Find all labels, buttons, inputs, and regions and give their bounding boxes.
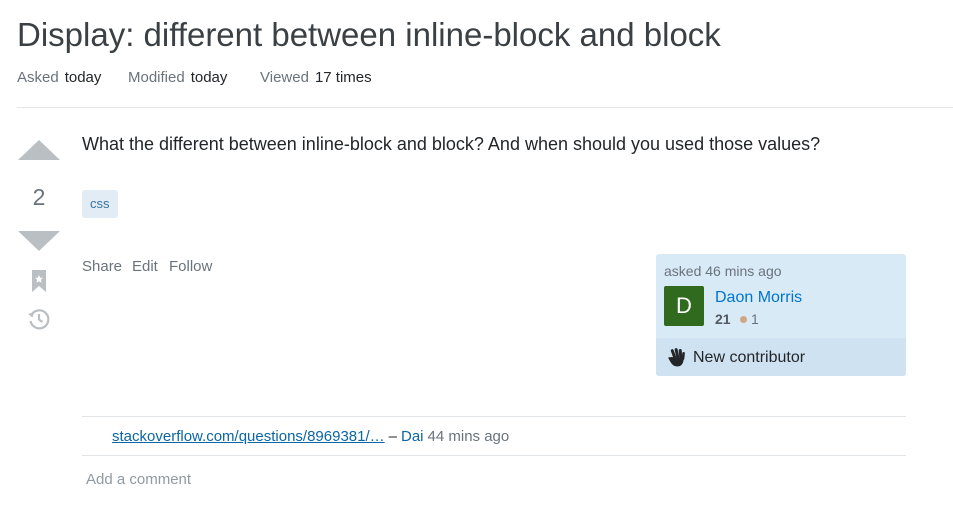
asked-label: Asked <box>17 69 59 86</box>
comments-top-divider <box>82 416 906 417</box>
bronze-badge-icon <box>740 316 747 323</box>
reputation-score: 21 <box>715 311 731 327</box>
add-comment-link[interactable]: Add a comment <box>86 470 191 490</box>
comments-bottom-divider <box>82 455 906 456</box>
avatar[interactable]: D <box>664 286 704 326</box>
bookmark-icon[interactable] <box>30 269 48 293</box>
tag-css[interactable]: css <box>82 190 118 218</box>
follow-link[interactable]: Follow <box>169 257 212 277</box>
comment: stackoverflow.com/questions/8969381/… – Da… <box>112 427 509 447</box>
downvote-arrow-icon[interactable] <box>18 231 60 251</box>
user-name-link[interactable]: Daon Morris <box>715 288 802 308</box>
viewed-value: 17 times <box>314 69 372 86</box>
modified-label: Modified <box>128 69 185 86</box>
asked-time[interactable]: asked 46 mins ago <box>664 262 782 280</box>
viewed-meta: Viewed 17 times <box>260 68 372 88</box>
viewed-label: Viewed <box>260 69 309 86</box>
edit-link[interactable]: Edit <box>132 257 158 277</box>
history-icon[interactable] <box>26 306 52 332</box>
bronze-badge-count: 1 <box>751 311 759 327</box>
user-card: asked 46 mins ago D Daon Morris 21 1 New… <box>656 254 906 376</box>
upvote-arrow-icon[interactable] <box>18 140 60 160</box>
share-link[interactable]: Share <box>82 257 122 277</box>
asked-meta: Asked today <box>17 68 101 88</box>
header-divider <box>17 107 953 108</box>
comment-dash: – <box>388 428 397 445</box>
asked-value: today <box>64 69 102 86</box>
comment-user-link[interactable]: Dai <box>401 428 424 445</box>
question-title[interactable]: Display: different between inline-block … <box>17 14 721 56</box>
new-contributor-label[interactable]: New contributor <box>693 348 805 368</box>
comment-time[interactable]: 44 mins ago <box>428 428 510 445</box>
modified-meta: Modified today <box>128 68 227 88</box>
comment-link[interactable]: stackoverflow.com/questions/8969381/… <box>112 428 385 445</box>
vote-score: 2 <box>32 184 46 210</box>
question-body: What the different between inline-block … <box>82 134 821 154</box>
modified-value[interactable]: today <box>191 69 228 86</box>
wave-hand-icon <box>666 346 688 368</box>
